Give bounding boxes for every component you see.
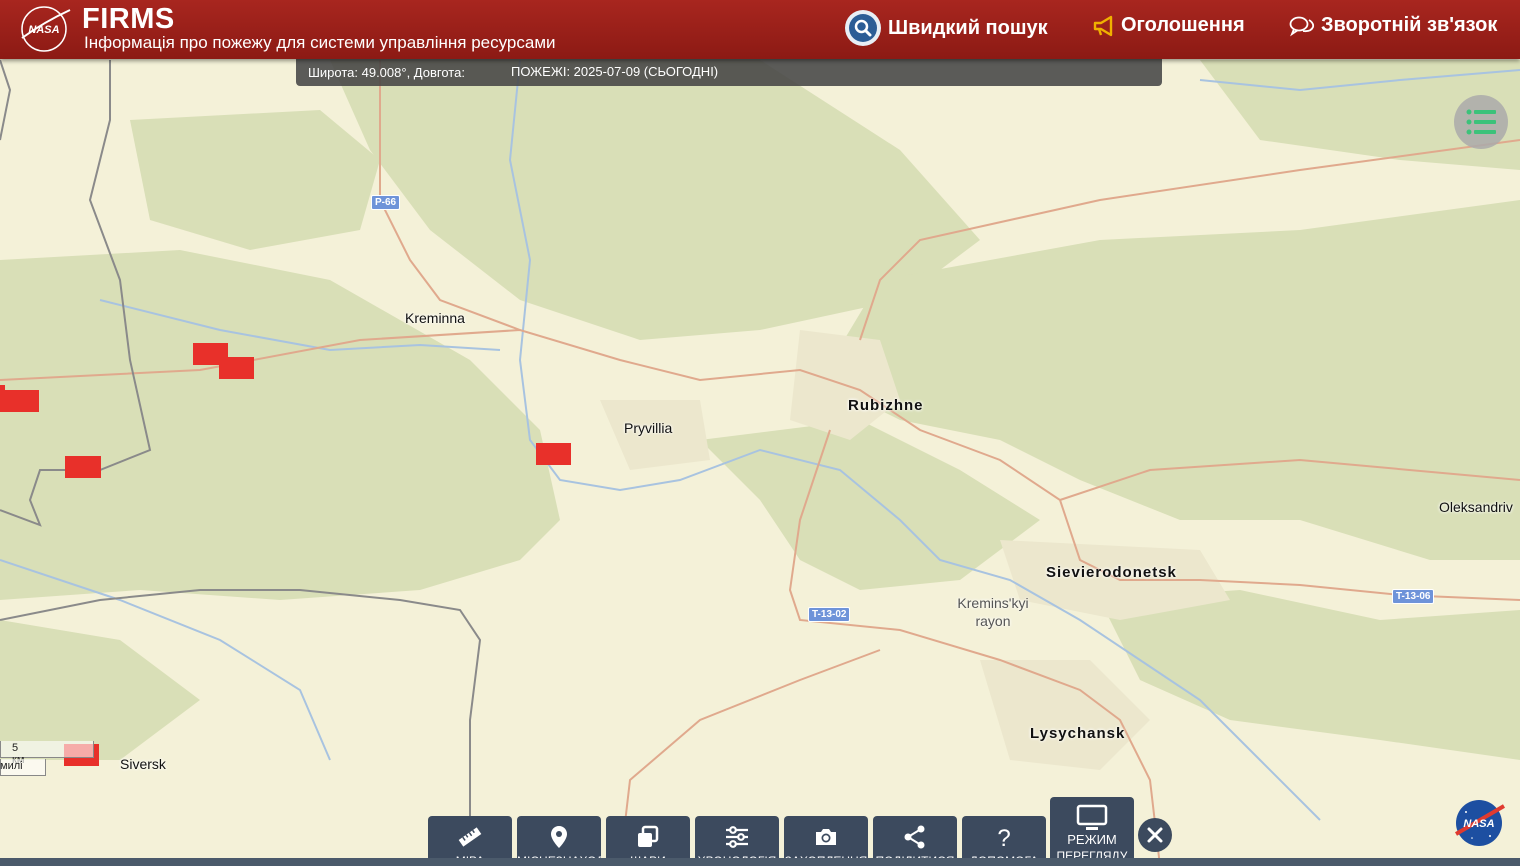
chat-bubbles-icon [1289, 16, 1315, 36]
sliders-icon [726, 826, 748, 848]
svg-text:?: ? [997, 825, 1010, 850]
nasa-corner-text: NASA [1463, 818, 1494, 830]
place-label-sievierodonetsk: Sievierodonetsk [1046, 564, 1177, 581]
place-label-pryvillia: Pryvillia [624, 420, 673, 436]
monitor-icon [1076, 804, 1108, 830]
quick-search-label: Швидкий пошук [888, 16, 1048, 39]
fire-marker[interactable] [0, 390, 39, 412]
megaphone-icon [1093, 15, 1113, 36]
list-icon [1466, 109, 1496, 135]
bottom-strip [0, 858, 1520, 866]
share-icon [904, 825, 925, 849]
feedback-link[interactable]: Зворотній зв'язок [1289, 14, 1497, 37]
layers-icon [638, 825, 659, 847]
close-toolbar-button[interactable] [1138, 818, 1172, 852]
place-label-kreminskyi-rayon: Kremins'kyi rayon [957, 595, 1029, 629]
route-badge-t1302: T-13-02 [808, 607, 851, 622]
nasa-logo[interactable]: NASA [18, 4, 72, 54]
place-label-kreminna: Kreminna [405, 310, 465, 326]
view-mode-button[interactable]: РЕЖИМ ПЕРЕГЛЯДУ [1050, 797, 1134, 866]
nasa-meatball-logo[interactable]: NASA [1454, 798, 1506, 848]
layer-list-button[interactable] [1454, 95, 1508, 149]
route-badge-t1306: T-13-06 [1392, 589, 1435, 604]
location-pin-icon [551, 826, 567, 848]
announcements-link[interactable]: Оголошення [1093, 14, 1245, 37]
scale-miles-label: милі [0, 760, 23, 772]
fire-marker[interactable] [0, 385, 5, 395]
announcements-label: Оголошення [1121, 14, 1245, 36]
fire-map[interactable]: Kreminna Pryvillia Rubizhne Sievierodone… [0, 59, 1520, 866]
place-label-lysychansk: Lysychansk [1030, 725, 1126, 742]
fire-marker[interactable] [219, 357, 254, 379]
nasa-logo-text: NASA [28, 24, 59, 36]
ruler-icon [458, 827, 482, 847]
help-icon: ? [997, 825, 1010, 850]
map-status-bar: Широта: 49.008°, Довгота: 38.1??° ПОЖЕЖІ… [296, 59, 1162, 86]
fire-marker[interactable] [65, 456, 101, 478]
quick-search-link[interactable]: Швидкий пошук [844, 9, 1048, 47]
search-icon [845, 10, 881, 46]
feedback-label: Зворотній зв'язок [1321, 14, 1498, 36]
place-label-siversk: Siversk [120, 756, 166, 772]
app-brand: FIRMS [82, 3, 175, 35]
close-icon [1147, 827, 1163, 843]
fires-date-label: ПОЖЕЖІ: 2025-07-09 (СЬОГОДНІ) [511, 64, 719, 79]
cursor-coordinates: Широта: 49.008°, Довгота: 38.1??° [308, 65, 465, 86]
place-label-rubizhne: Rubizhne [848, 397, 924, 414]
fire-marker[interactable] [536, 443, 571, 465]
app-header: NASA FIRMS Інформація про пожежу для сис… [0, 0, 1520, 59]
place-label-oleksandriv: Oleksandriv [1439, 499, 1513, 515]
route-badge-p66: P-66 [371, 195, 401, 210]
view-mode-label-line1: РЕЖИМ [1067, 832, 1117, 847]
app-subtitle: Інформація про пожежу для системи управл… [84, 33, 556, 52]
camera-icon [816, 829, 836, 845]
